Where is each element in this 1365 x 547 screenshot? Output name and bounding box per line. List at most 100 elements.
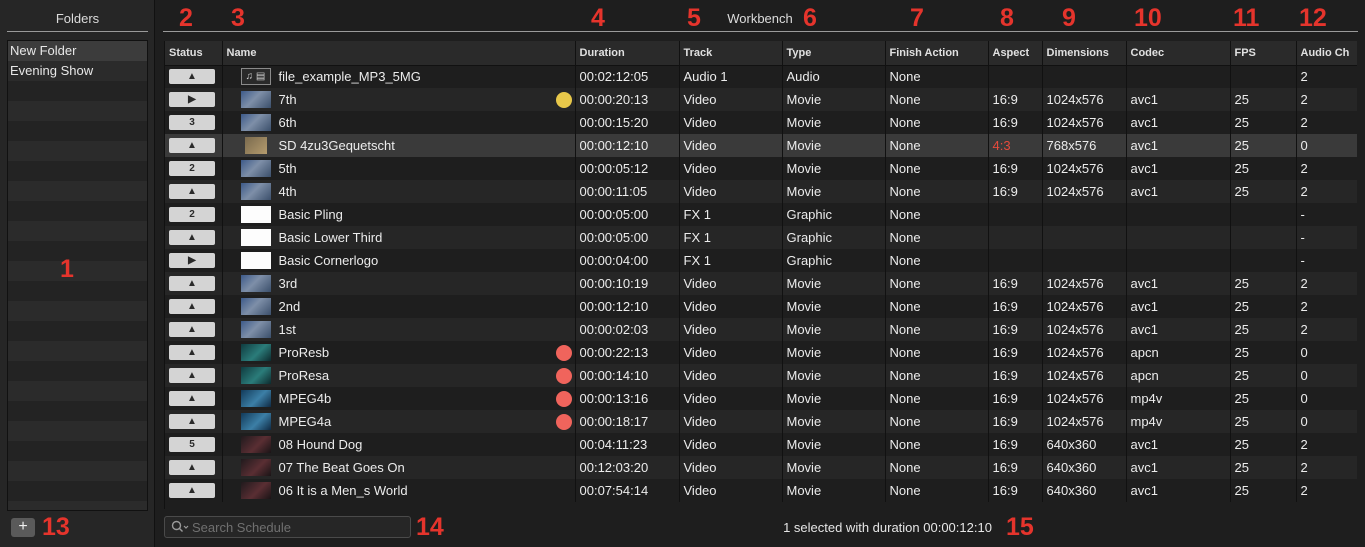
table-row[interactable]: 3 6th 00:00:15:20 Video Movie None 16:9 1024x57… <box>165 111 1357 134</box>
finish-action-cell[interactable]: None <box>885 88 989 111</box>
table-row[interactable]: ▶ Basic Cornerlogo 00:00:04:00 FX 1 Graphic N… <box>165 249 1357 272</box>
status-button[interactable]: ▲ <box>169 414 215 429</box>
type-cell: Audio <box>782 65 886 88</box>
status-button[interactable]: ▲ <box>169 276 215 291</box>
name-cell: MPEG4a <box>222 410 576 433</box>
name-cell: 2nd <box>222 295 576 318</box>
finish-action-cell[interactable]: None <box>885 410 989 433</box>
table-row[interactable]: ▲ MPEG4b 00:00:13:16 Video Movie None 16:9 1024… <box>165 387 1357 410</box>
finish-action-cell[interactable]: None <box>885 65 989 88</box>
finish-action-cell[interactable]: None <box>885 111 989 134</box>
clip-name: 07 The Beat Goes On <box>278 460 405 476</box>
column-header-audio-ch[interactable]: Audio Ch <box>1296 41 1357 66</box>
status-button[interactable]: 2 <box>169 161 215 176</box>
table-row[interactable]: ▲ ProResb 00:00:22:13 Video Movie None 16:9 102… <box>165 341 1357 364</box>
dimensions-cell: 640x360 <box>1042 479 1127 502</box>
aspect-cell: 16:9 <box>988 433 1043 456</box>
table-row[interactable]: ▲ SD 4zu3Gequetscht 00:00:12:10 Video Movie N… <box>165 134 1357 157</box>
finish-action-cell[interactable]: None <box>885 433 989 456</box>
track-cell: Video <box>679 456 783 479</box>
table-row[interactable]: 5 08 Hound Dog 00:04:11:23 Video Movie None 16… <box>165 433 1357 456</box>
search-field[interactable] <box>164 516 411 538</box>
table-row[interactable]: ▲ ProResa 00:00:14:10 Video Movie None 16:9 102… <box>165 364 1357 387</box>
type-cell: Movie <box>782 433 886 456</box>
column-header-finish-action[interactable]: Finish Action <box>885 41 989 66</box>
status-button[interactable]: ▲ <box>169 322 215 337</box>
finish-action-cell[interactable]: None <box>885 456 989 479</box>
status-button[interactable]: ▲ <box>169 184 215 199</box>
table-row[interactable]: ▲ 3rd 00:00:10:19 Video Movie None 16:9 1024x57… <box>165 272 1357 295</box>
finish-action-cell[interactable]: None <box>885 364 989 387</box>
duration-cell: 00:07:54:14 <box>575 479 680 502</box>
audio-file-icon: ♫ ▤ <box>240 68 271 86</box>
status-dot-red <box>555 345 572 361</box>
table-row[interactable]: ▲ 07 The Beat Goes On 00:12:03:20 Video Movi… <box>165 456 1357 479</box>
annotation-number: 8 <box>1000 4 1014 32</box>
column-header-type[interactable]: Type <box>782 41 886 66</box>
table-row[interactable]: ▲ ♫ ▤ file_example_MP3_5MG 00:02:12:05 Audio… <box>165 65 1357 88</box>
status-cell: ▶ <box>165 88 223 111</box>
status-button[interactable]: 5 <box>169 437 215 452</box>
column-header-codec[interactable]: Codec <box>1126 41 1231 66</box>
status-button[interactable]: ▲ <box>169 483 215 498</box>
column-header-duration[interactable]: Duration <box>575 41 680 66</box>
table-row[interactable]: ▶ 7th 00:00:20:13 Video Movie None 16:9 1024x57… <box>165 88 1357 111</box>
search-icon[interactable] <box>171 520 189 534</box>
search-input[interactable] <box>192 517 406 537</box>
finish-action-cell[interactable]: None <box>885 479 989 502</box>
finish-action-cell[interactable]: None <box>885 387 989 410</box>
table-row[interactable]: ▲ 1st 00:00:02:03 Video Movie None 16:9 1024x57… <box>165 318 1357 341</box>
column-header-name[interactable]: Name <box>222 41 576 66</box>
table-row[interactable]: ▲ 4th 00:00:11:05 Video Movie None 16:9 1024x57… <box>165 180 1357 203</box>
status-dot-red <box>555 368 572 384</box>
column-header-fps[interactable]: FPS <box>1230 41 1297 66</box>
status-button[interactable]: ▲ <box>169 460 215 475</box>
finish-action-cell[interactable]: None <box>885 318 989 341</box>
codec-cell: apcn <box>1126 364 1231 387</box>
column-header-status[interactable]: Status <box>165 41 223 66</box>
status-button[interactable]: ▲ <box>169 368 215 383</box>
finish-action-cell[interactable]: None <box>885 341 989 364</box>
status-button[interactable]: ▲ <box>169 138 215 153</box>
type-cell: Movie <box>782 456 886 479</box>
status-cell: ▲ <box>165 226 223 249</box>
finish-action-cell[interactable]: None <box>885 226 989 249</box>
folder-item-evening-show[interactable]: Evening Show <box>8 61 147 81</box>
status-button[interactable]: ▲ <box>169 230 215 245</box>
aspect-cell: 16:9 <box>988 180 1043 203</box>
finish-action-cell[interactable]: None <box>885 157 989 180</box>
duration-cell: 00:00:05:00 <box>575 226 680 249</box>
folder-item-new-folder[interactable]: New Folder <box>8 41 147 61</box>
duration-cell: 00:00:04:00 <box>575 249 680 272</box>
status-button[interactable]: 3 <box>169 115 215 130</box>
table-row[interactable]: 2 Basic Pling 00:00:05:00 FX 1 Graphic None - <box>165 203 1357 226</box>
finish-action-cell[interactable]: None <box>885 272 989 295</box>
table-row[interactable]: ▲ 2nd 00:00:12:10 Video Movie None 16:9 1024x57… <box>165 295 1357 318</box>
finish-action-cell[interactable]: None <box>885 249 989 272</box>
table-row[interactable]: ▲ Basic Lower Third 00:00:05:00 FX 1 Graphic… <box>165 226 1357 249</box>
aspect-cell <box>988 226 1043 249</box>
status-button[interactable]: ▲ <box>169 391 215 406</box>
finish-action-cell[interactable]: None <box>885 295 989 318</box>
table-row[interactable]: 2 5th 00:00:05:12 Video Movie None 16:9 1024x57… <box>165 157 1357 180</box>
table-row[interactable]: ▲ MPEG4a 00:00:18:17 Video Movie None 16:9 1024… <box>165 410 1357 433</box>
status-button[interactable]: ▲ <box>169 299 215 314</box>
status-button[interactable]: ▲ <box>169 345 215 360</box>
audio-ch-cell: 2 <box>1296 479 1357 502</box>
status-button[interactable]: ▶ <box>169 92 215 107</box>
status-button[interactable]: ▶ <box>169 253 215 268</box>
column-header-aspect[interactable]: Aspect <box>988 41 1043 66</box>
add-folder-button[interactable]: + <box>11 518 35 537</box>
status-button[interactable]: ▲ <box>169 69 215 85</box>
finish-action-cell[interactable]: None <box>885 180 989 203</box>
finish-action-cell[interactable]: None <box>885 203 989 226</box>
status-button[interactable]: 2 <box>169 207 215 222</box>
column-header-track[interactable]: Track <box>679 41 783 66</box>
finish-action-cell[interactable]: None <box>885 134 989 157</box>
table-row[interactable]: ▲ 06 It is a Men_s World 00:07:54:14 Video M… <box>165 479 1357 502</box>
duration-cell: 00:00:05:12 <box>575 157 680 180</box>
workbench-table[interactable]: Status Name Duration Track Type Finish A… <box>164 41 1357 509</box>
folder-list[interactable]: New Folder Evening Show <box>7 40 148 511</box>
column-header-dimensions[interactable]: Dimensions <box>1042 41 1127 66</box>
clip-name: Basic Lower Third <box>278 230 383 246</box>
